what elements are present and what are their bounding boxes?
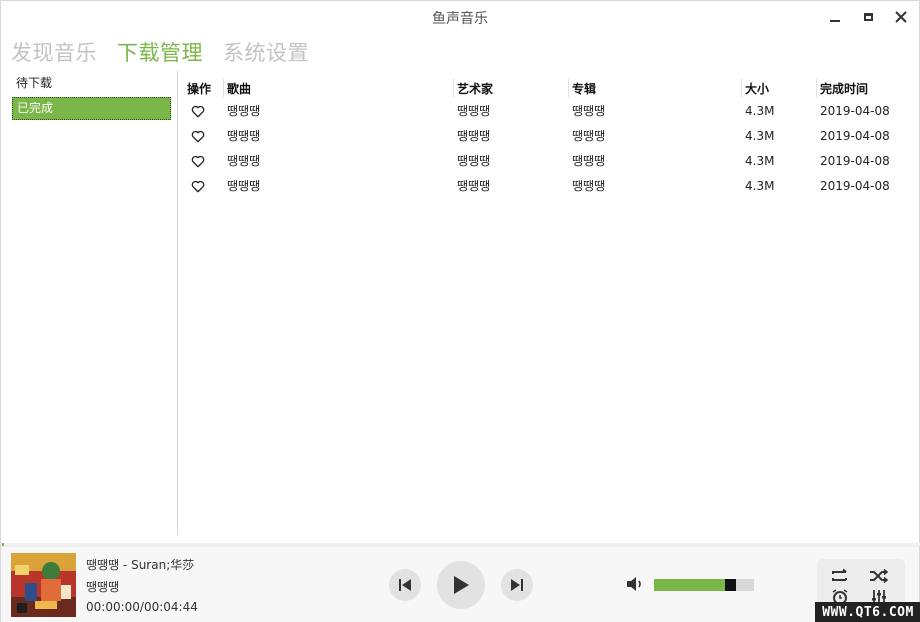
nav-system-settings[interactable]: 系统设置 — [223, 37, 309, 67]
window-title: 鱼声音乐 — [432, 11, 488, 27]
nav-download-manager[interactable]: 下载管理 — [117, 37, 203, 67]
header-song[interactable]: 歌曲 — [227, 80, 251, 98]
completed-time-cell: 2019-04-08 — [820, 154, 890, 168]
size-cell: 4.3M — [745, 104, 775, 118]
skip-previous-icon — [399, 579, 411, 591]
download-table: 操作 歌曲 艺术家 专辑 大小 完成时间 땡땡땡 땡땡땡 땡땡땡 4.3M 20… — [179, 77, 911, 199]
volume-icon[interactable] — [626, 576, 644, 592]
song-cell: 땡땡땡 — [227, 179, 261, 193]
size-cell: 4.3M — [745, 154, 775, 168]
completed-time-cell: 2019-04-08 — [820, 179, 890, 193]
top-nav: 发现音乐 下载管理 系统设置 — [11, 37, 309, 67]
volume-slider[interactable] — [654, 579, 754, 591]
sidebar-item-completed[interactable]: 已完成 — [12, 97, 171, 120]
title-bar: 鱼声音乐 — [1, 1, 919, 33]
album-cover-art — [11, 553, 76, 617]
playback-time: 00:00:00/00:04:44 — [86, 600, 198, 614]
artist-cell: 땡땡땡 — [457, 179, 491, 193]
heart-icon[interactable] — [191, 180, 205, 193]
download-sidebar: 待下载 已完成 — [1, 71, 178, 535]
song-cell: 땡땡땡 — [227, 154, 261, 168]
sidebar-item-pending[interactable]: 待下载 — [12, 73, 171, 96]
minimize-icon — [830, 20, 840, 22]
maximize-icon — [863, 13, 873, 21]
close-icon — [895, 11, 907, 23]
table-header: 操作 歌曲 艺术家 专辑 大小 完成时间 — [179, 77, 911, 99]
skip-next-icon — [511, 579, 523, 591]
completed-time-cell: 2019-04-08 — [820, 129, 890, 143]
play-icon — [454, 576, 469, 594]
next-button[interactable] — [501, 569, 533, 601]
column-divider[interactable] — [816, 79, 817, 97]
artist-cell: 땡땡땡 — [457, 104, 491, 118]
table-row[interactable]: 땡땡땡 땡땡땡 땡땡땡 4.3M 2019-04-08 — [179, 124, 911, 149]
minimize-button[interactable] — [824, 7, 846, 27]
column-divider[interactable] — [223, 79, 224, 97]
previous-button[interactable] — [389, 569, 421, 601]
album-cell: 땡땡땡 — [572, 104, 606, 118]
player-bar: 땡땡땡 - Suran;华莎 땡땡땡 00:00:00/00:04:44 — [1, 546, 919, 622]
album-cover[interactable] — [11, 553, 76, 617]
header-size[interactable]: 大小 — [745, 80, 769, 98]
artist-cell: 땡땡땡 — [457, 154, 491, 168]
song-cell: 땡땡땡 — [227, 129, 261, 143]
column-divider[interactable] — [568, 79, 569, 97]
album-cell: 땡땡땡 — [572, 129, 606, 143]
size-cell: 4.3M — [745, 129, 775, 143]
header-action[interactable]: 操作 — [187, 80, 211, 98]
heart-icon[interactable] — [191, 105, 205, 118]
table-row[interactable]: 땡땡땡 땡땡땡 땡땡땡 4.3M 2019-04-08 — [179, 149, 911, 174]
song-cell: 땡땡땡 — [227, 104, 261, 118]
volume-slider-handle[interactable] — [725, 579, 736, 591]
artist-cell: 땡땡땡 — [457, 129, 491, 143]
play-button[interactable] — [437, 561, 485, 609]
table-row[interactable]: 땡땡땡 땡땡땡 땡땡땡 4.3M 2019-04-08 — [179, 99, 911, 124]
album-cell: 땡땡땡 — [572, 154, 606, 168]
now-playing-title: 땡땡땡 - Suran;华莎 — [86, 558, 195, 572]
header-artist[interactable]: 艺术家 — [457, 80, 493, 98]
close-button[interactable] — [890, 7, 912, 27]
nav-discover-music[interactable]: 发现音乐 — [11, 37, 97, 67]
site-watermark: WWW.QT6.COM — [815, 602, 920, 622]
album-cell: 땡땡땡 — [572, 179, 606, 193]
now-playing-album: 땡땡땡 — [86, 580, 120, 594]
header-completed-time[interactable]: 完成时间 — [820, 80, 868, 98]
table-row[interactable]: 땡땡땡 땡땡땡 땡땡땡 4.3M 2019-04-08 — [179, 174, 911, 199]
app-window: 鱼声音乐 发现音乐 下载管理 系统设置 待下载 已完成 操作 歌曲 艺术家 专辑… — [0, 0, 920, 622]
size-cell: 4.3M — [745, 179, 775, 193]
repeat-icon[interactable] — [830, 568, 850, 584]
heart-icon[interactable] — [191, 130, 205, 143]
volume-level-fill — [654, 579, 725, 591]
column-divider[interactable] — [741, 79, 742, 97]
column-divider[interactable] — [453, 79, 454, 97]
shuffle-icon[interactable] — [869, 568, 889, 584]
maximize-button[interactable] — [857, 7, 879, 27]
header-album[interactable]: 专辑 — [572, 80, 596, 98]
completed-time-cell: 2019-04-08 — [820, 104, 890, 118]
heart-icon[interactable] — [191, 155, 205, 168]
